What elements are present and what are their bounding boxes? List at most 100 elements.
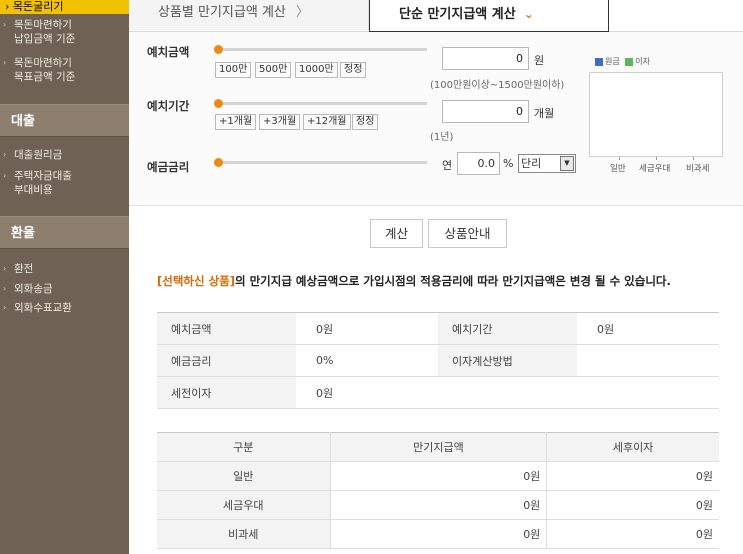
period-months-input[interactable]: 0 [442, 100, 529, 123]
sidebar-item-label: 목돈마련하기 [14, 19, 72, 31]
slider-handle[interactable] [214, 45, 223, 54]
notice-highlight: [선택하신 상품] [157, 274, 235, 288]
period-hint: (1년) [430, 132, 454, 143]
table-row: 세전이자 0원 [157, 376, 719, 409]
summary-key: 예치기간 [438, 312, 577, 345]
tab-product-maturity[interactable]: 상품별 만기지급액 계산 〉 [129, 0, 369, 30]
chevron-right-icon: 〉 [295, 5, 309, 20]
period-label: 예치기간 [147, 99, 190, 113]
summary-value: 0원 [577, 312, 719, 345]
sidebar-item-label: 주택자금대출 [14, 170, 72, 182]
sidebar-item-loan-repayment[interactable]: › 대출원리금 [0, 148, 129, 162]
select-value: 단리 [521, 157, 542, 170]
result-table: 구분 만기지급액 세후이자 일반 0원 0원 세금우대 0원 0원 비과세 0원… [157, 432, 719, 549]
summary-value [577, 344, 719, 377]
sidebar-item-savings-target[interactable]: › 목돈마련하기 목표금액 기준 [0, 56, 129, 84]
period-chip-12m[interactable]: +12개월 [303, 114, 351, 130]
sidebar-item-active[interactable]: › 목돈굴리기 [0, 0, 129, 14]
product-info-button[interactable]: 상품안내 [428, 219, 507, 248]
sidebar-item-label: 목돈마련하기 [14, 57, 72, 69]
bullet-icon: › [3, 150, 7, 159]
sidebar-item-savings-payment[interactable]: › 목돈마련하기 납입금액 기준 [0, 18, 129, 46]
sidebar-item-remittance[interactable]: › 외화송금 [0, 282, 129, 296]
deposit-label: 예치금액 [147, 45, 190, 59]
maturity-notice: [선택하신 상품]의 만기지급 예상금액으로 가입시점의 적용금리에 따라 만기… [157, 273, 717, 290]
sidebar-item-label: 외화송금 [14, 283, 53, 295]
summary-value: 0원 [296, 312, 438, 345]
deposit-chip-1000[interactable]: 1000만 [295, 62, 338, 78]
sidebar-item-label: 부대비용 [14, 184, 53, 196]
summary-value: 0% [296, 344, 438, 377]
chart-plot [590, 73, 722, 156]
chevron-down-icon: ⌄ [523, 7, 534, 21]
sidebar: › 목돈굴리기 › 목돈마련하기 납입금액 기준 › 목돈마련하기 목표금액 기… [0, 0, 129, 554]
table-row: 세금우대 0원 0원 [157, 490, 719, 520]
table-header-row: 구분 만기지급액 세후이자 [157, 432, 719, 462]
period-unit: 개월 [534, 107, 555, 120]
deposit-chip-500[interactable]: 500만 [255, 62, 292, 78]
sidebar-item-label: 납입금액 기준 [14, 33, 76, 45]
column-header: 세후이자 [546, 432, 719, 462]
sidebar-section-fx[interactable]: 환율 [0, 216, 129, 249]
sidebar-item-housing-loan[interactable]: › 주택자금대출 부대비용 [0, 169, 129, 197]
summary-key: 예치금액 [157, 312, 296, 345]
tab-bar: 상품별 만기지급액 계산 〉 단순 만기지급액 계산 ⌄ [129, 0, 743, 32]
row-label: 세금우대 [157, 490, 331, 520]
sidebar-section-loan[interactable]: 대출 [0, 104, 129, 137]
summary-key: 이자계산방법 [438, 344, 577, 377]
sidebar-item-check-exchange[interactable]: › 외화수표교환 [0, 301, 129, 315]
table-row: 일반 0원 0원 [157, 461, 719, 491]
calculate-button[interactable]: 계산 [370, 219, 423, 248]
legend-label: 이자 [635, 57, 651, 66]
x-tick-label: 비과세 [686, 164, 710, 174]
after-tax-interest: 0원 [546, 461, 719, 491]
rate-label: 예금금리 [147, 160, 190, 174]
deposit-slider[interactable] [214, 45, 427, 54]
deposit-amount-input[interactable]: 0 [442, 47, 529, 70]
table-row: 예치금액 0원 예치기간 0원 [157, 312, 719, 345]
tab-simple-maturity[interactable]: 단순 만기지급액 계산 ⌄ [369, 0, 609, 32]
slider-handle[interactable] [214, 99, 223, 108]
deposit-reset-button[interactable]: 정정 [340, 62, 367, 78]
interest-method-select[interactable]: 단리 ▼ [518, 154, 576, 173]
sidebar-item-label: 목표금액 기준 [14, 71, 76, 83]
sidebar-item-exchange[interactable]: › 환전 [0, 262, 129, 276]
rate-prefix: 연 [442, 159, 453, 172]
maturity-amount: 0원 [330, 519, 548, 549]
x-tick [656, 157, 657, 160]
table-row: 예금금리 0% 이자계산방법 [157, 344, 719, 377]
period-chip-1m[interactable]: +1개월 [215, 114, 257, 130]
row-label: 일반 [157, 461, 331, 491]
sidebar-item-label: 외화수표교환 [14, 302, 72, 314]
bullet-icon: › [3, 264, 7, 273]
tab-label: 상품별 만기지급액 계산 [158, 5, 286, 20]
period-chip-3m[interactable]: +3개월 [259, 114, 301, 130]
bullet-icon: › [3, 20, 7, 29]
bullet-icon: › [3, 171, 7, 180]
summary-value: 0원 [296, 376, 438, 409]
x-tick [619, 157, 620, 160]
x-tick [693, 157, 694, 160]
sidebar-item-label: 대출원리금 [14, 149, 63, 161]
summary-empty [438, 376, 719, 409]
after-tax-interest: 0원 [546, 519, 719, 549]
after-tax-interest: 0원 [546, 490, 719, 520]
maturity-amount: 0원 [330, 461, 548, 491]
notice-text: 의 만기지급 예상금액으로 가입시점의 적용금리에 따라 만기지급액은 변경 될… [235, 274, 671, 288]
summary-table: 예치금액 0원 예치기간 0원 예금금리 0% 이자계산방법 세전이자 0원 [157, 312, 719, 409]
chart-legend: 원금 이자 [595, 56, 650, 67]
sidebar-item-label: 목돈굴리기 [12, 0, 64, 13]
deposit-chip-100[interactable]: 100만 [215, 62, 252, 78]
bullet-icon: › [3, 284, 7, 293]
slider-handle[interactable] [214, 158, 223, 167]
tab-label: 단순 만기지급액 계산 [399, 7, 516, 22]
legend-swatch-interest [625, 57, 634, 66]
rate-input[interactable]: 0.0 [457, 152, 500, 175]
rate-slider[interactable] [214, 158, 427, 167]
x-tick-label: 세금우대 [639, 164, 671, 174]
dropdown-arrow-icon[interactable]: ▼ [560, 156, 574, 171]
period-reset-button[interactable]: 정정 [352, 114, 379, 130]
maturity-chart [589, 72, 723, 157]
period-slider[interactable] [214, 99, 427, 108]
summary-key: 세전이자 [157, 376, 296, 409]
